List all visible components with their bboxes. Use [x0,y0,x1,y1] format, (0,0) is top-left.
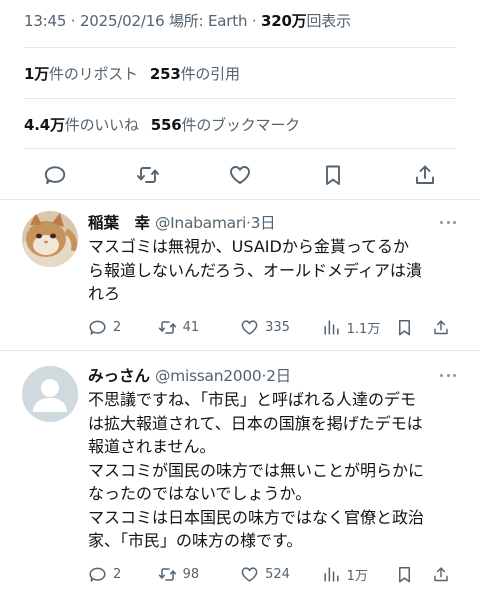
user-handle[interactable]: @missan2000 [155,367,262,385]
divider [24,148,456,149]
reply-count: 2 [113,566,122,582]
reposts-label: 件のリポスト [49,65,138,83]
reply-tweet[interactable]: 稲葉 幸 @Inabamari·3日 マスゴミは無視か、USAIDから金貰ってる… [0,199,480,350]
views-value: 320万 [260,12,307,30]
views-chart-icon [324,566,339,582]
reply-header: 稲葉 幸 @Inabamari·3日 [88,211,276,233]
bookmarks-label: 件のブックマーク [181,116,301,134]
retweet-icon [158,567,176,581]
reply-text-line: マスコミは日本国民の味方ではなく官僚と政治 [88,507,425,527]
likes-link[interactable]: 4.4万件のいいね [24,116,139,134]
share-button[interactable] [432,318,456,337]
views-button[interactable]: 1万 [322,565,396,584]
share-icon [434,566,448,581]
reply-icon [89,567,106,582]
divider [24,47,456,48]
bookmark-icon [399,319,411,335]
reply-text-line: 不思議ですね、「市民」と呼ばれる人達のデモ [88,390,417,409]
reply-text: 不思議ですね、「市民」と呼ばれる人達のデモ は拡大報道されて、日本の国旗を掲げた… [88,388,462,553]
reply-text-line: マスゴミは無視か、USAIDから金貰ってるか [88,237,410,256]
display-name[interactable]: 稲葉 幸 [88,214,150,232]
reply-time[interactable]: 3日 [251,214,276,232]
reply-text-line: ら報道しないんだろう、オールドメディアは潰 [88,260,422,280]
likes-label: 件のいいね [64,116,139,134]
bookmark-button[interactable] [395,318,432,337]
display-name[interactable]: みっさん [88,367,150,385]
reposts-link[interactable]: 1万件のリポスト [24,65,138,83]
more-dots-icon[interactable] [440,374,456,380]
retweet-count: 98 [182,566,200,582]
repost-stats: 1万件のリポスト 253件の引用 [24,63,240,84]
reply-time[interactable]: 2日 [266,367,291,385]
reply-tweet[interactable]: みっさん @missan2000·2日 不思議ですね、「市民」と呼ばれる人達のデ… [0,350,480,597]
retweet-icon [158,320,176,334]
bookmark-icon [399,566,411,582]
reply-text-line: なったのではないでしょうか。 [88,484,312,503]
reply-text-line: マスコミが国民の味方では無いことが明らかに [88,460,425,480]
retweet-count: 41 [182,319,200,335]
like-count: 335 [265,319,290,335]
like-count: 524 [265,566,290,582]
like-stats: 4.4万件のいいね 556件のブックマーク [24,114,300,135]
reply-text-line: は拡大報道されて、日本の国旗を掲げたデモは [88,413,423,433]
bookmark-button[interactable] [395,565,432,584]
share-icon [434,319,448,334]
reply-button[interactable]: 2 [88,565,158,584]
reply-count: 2 [113,319,122,335]
tweet-action-bar [42,160,438,190]
reply-text-line: れろ [88,284,121,303]
reply-action-bar: 2 98 524 1万 [88,563,456,585]
reply-text-line: 報道されません。 [88,437,216,456]
reply-header: みっさん @missan2000·2日 [88,364,291,386]
bookmark-icon[interactable] [320,162,346,188]
avatar[interactable] [22,366,78,422]
like-button[interactable]: 335 [240,318,322,337]
reply-text: マスゴミは無視か、USAIDから金貰ってるか ら報道しないんだろう、オールドメデ… [88,235,462,306]
tweet-meta: 13:45 · 2025/02/16 場所: Earth · 320万回表示 [24,12,351,30]
more-dots-icon[interactable] [440,221,456,227]
retweet-icon[interactable] [135,162,161,188]
cat-avatar-image [22,211,78,267]
share-icon[interactable] [412,162,438,188]
bookmarks-value: 556 [150,116,182,134]
retweet-button[interactable]: 98 [158,565,241,584]
reply-icon [89,320,106,335]
divider [24,98,456,99]
reply-icon[interactable] [42,162,68,188]
reply-button[interactable]: 2 [88,318,158,337]
heart-icon [241,319,258,335]
tweet-time: 13:45 [24,12,67,30]
avatar[interactable] [22,211,78,267]
view-count: 1万 [346,568,368,584]
retweet-button[interactable]: 41 [158,318,241,337]
quotes-label: 件の引用 [180,65,240,83]
like-button[interactable]: 524 [240,565,322,584]
share-button[interactable] [432,565,456,584]
quotes-link[interactable]: 253件の引用 [150,65,240,83]
views-chart-icon [324,319,339,335]
quotes-value: 253 [149,65,181,83]
default-avatar-image [22,366,78,422]
heart-icon [241,566,258,582]
views-button[interactable]: 1.1万 [322,318,396,337]
tweet-location: 場所: Earth [169,12,248,30]
views-label: 回表示 [306,12,351,30]
likes-value: 4.4万 [24,116,65,134]
reply-text-line: 家、「市民」の味方の様です。 [88,531,303,550]
bookmarks-link[interactable]: 556件のブックマーク [151,116,300,134]
reply-action-bar: 2 41 335 1.1万 [88,316,456,338]
heart-icon[interactable] [227,162,253,188]
tweet-date[interactable]: 2025/02/16 [80,12,165,30]
view-count: 1.1万 [346,321,381,337]
user-handle[interactable]: @Inabamari [155,214,246,232]
reposts-value: 1万 [24,65,50,83]
